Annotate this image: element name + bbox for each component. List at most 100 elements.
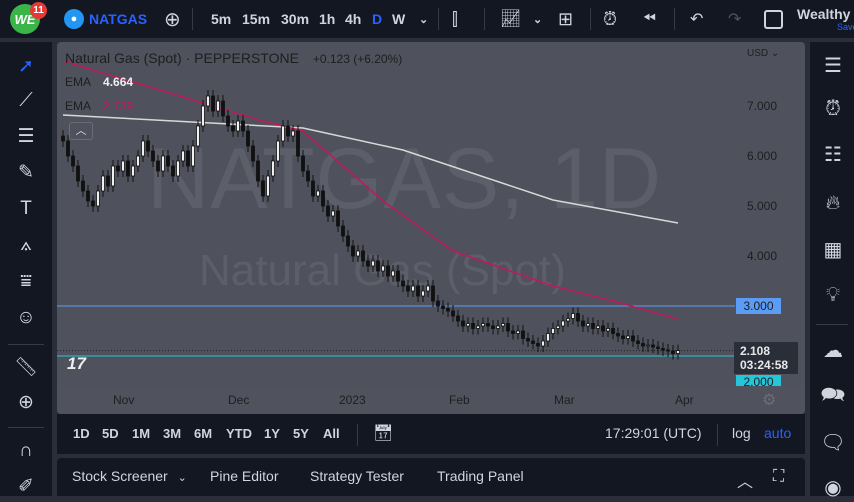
candle-body — [671, 350, 675, 354]
minds-cloud-icon[interactable]: ☁ — [818, 335, 848, 365]
chart-pane[interactable]: NATGAS, 1D Natural Gas (Spot) Natural Ga… — [57, 42, 805, 414]
redo-icon[interactable]: ↷ — [728, 0, 741, 38]
range-6m[interactable]: 6M — [194, 426, 212, 441]
clock-time[interactable]: 17:29:01 (UTC) — [605, 425, 701, 441]
calendar-icon[interactable]: ▦ — [818, 234, 848, 264]
chats-icon[interactable]: 🗪 — [818, 382, 848, 412]
candle-body — [391, 270, 395, 277]
range-1d[interactable]: 1D — [73, 426, 90, 441]
range-all[interactable]: All — [323, 426, 340, 441]
auto-scale-toggle[interactable]: auto — [764, 425, 791, 441]
interval-1h[interactable]: 1h — [319, 0, 335, 38]
candle-body — [616, 333, 620, 337]
settings-gear-icon[interactable]: ⚙ — [762, 390, 776, 410]
chevron-down-icon[interactable]: ⌄ — [419, 0, 428, 38]
tab-strategy-tester[interactable]: Strategy Tester — [310, 468, 404, 484]
candle-body — [306, 170, 310, 182]
candle-body — [451, 310, 455, 317]
symbol-search-button[interactable]: ● NATGAS — [64, 0, 147, 38]
candle-body — [591, 323, 595, 329]
candle-body — [151, 150, 155, 162]
interval-4h[interactable]: 4h — [345, 0, 361, 38]
watchlist-icon[interactable]: ☰ — [818, 50, 848, 80]
hotlist-flame-icon[interactable]: 🔥︎ — [818, 188, 848, 218]
brush-icon[interactable]: ✎ — [12, 158, 40, 186]
collapse-legend-chevron-icon[interactable]: ︿ — [69, 122, 93, 140]
candle-body — [431, 285, 435, 302]
chart-legend: Natural Gas (Spot) · PEPPERSTONE +0.123 … — [65, 50, 402, 66]
emoji-icon[interactable]: ☺ — [12, 304, 40, 332]
chevron-down-icon[interactable]: ⌄ — [533, 0, 542, 38]
candle-body — [621, 335, 625, 339]
ema-legend-2[interactable]: EMA 2.739 — [65, 99, 133, 113]
candle-body — [186, 150, 190, 167]
magnet-icon[interactable]: ∩ — [12, 437, 40, 465]
layout-grid-icon[interactable]: ⊞ — [558, 0, 573, 38]
candle-body — [191, 145, 195, 167]
messages-icon[interactable]: 🗨 — [818, 427, 848, 457]
tradingview-logo: 17 — [67, 354, 86, 373]
text-icon[interactable]: T — [12, 195, 40, 223]
interval-w[interactable]: W — [392, 0, 405, 38]
app-logo[interactable]: WE 11 — [10, 0, 47, 38]
range-ytd[interactable]: YTD — [226, 426, 252, 441]
range-1y[interactable]: 1Y — [264, 426, 280, 441]
symbol-title: Natural Gas (Spot) · PEPPERSTONE — [65, 50, 299, 66]
ema-value: 4.664 — [103, 75, 134, 89]
range-5d[interactable]: 5D — [102, 426, 119, 441]
chevron-up-icon[interactable]: ︿ — [737, 468, 753, 492]
data-window-icon[interactable]: ☷ — [818, 139, 848, 169]
candle-body — [606, 328, 610, 332]
last-price: 2.108 — [740, 344, 771, 358]
layout-name-button[interactable]: Wealthy Save — [797, 0, 854, 38]
candle-body — [281, 125, 285, 142]
candle-body — [131, 165, 135, 177]
candles-icon[interactable]: ⫿ — [452, 0, 458, 38]
indicators-icon[interactable]: 📈︎ — [500, 0, 522, 38]
price-plot[interactable] — [57, 42, 805, 414]
fib-lines-icon[interactable]: ☰ — [12, 122, 40, 150]
hline-price-label: 3.000 — [736, 298, 781, 314]
tab-pine-editor[interactable]: Pine Editor — [210, 468, 278, 484]
interval-30m[interactable]: 30m — [281, 0, 309, 38]
log-scale-toggle[interactable]: log — [732, 425, 751, 441]
replay-icon[interactable]: ⏪︎ — [643, 0, 656, 38]
interval-15m[interactable]: 15m — [242, 0, 270, 38]
ruler-icon[interactable]: 📏︎ — [12, 353, 40, 381]
goto-date-icon[interactable]: 📅︎ — [373, 423, 393, 443]
prediction-icon[interactable]: ⩸ — [12, 268, 40, 296]
ideas-lightbulb-icon[interactable]: 💡︎ — [818, 280, 848, 310]
currency-selector[interactable]: USD ⌄ — [747, 48, 779, 59]
candle-body — [611, 328, 615, 334]
streams-icon[interactable]: ◉ — [818, 472, 848, 502]
ema-legend-1[interactable]: EMA 4.664 — [65, 75, 133, 89]
range-3m[interactable]: 3M — [163, 426, 181, 441]
price-tick: 5.000 — [747, 199, 778, 213]
maximize-icon[interactable]: ⛶ — [773, 468, 784, 486]
candle-body — [586, 323, 590, 327]
trend-line-icon[interactable]: ⟋ — [12, 87, 40, 115]
price-change: +0.123 (+6.20%) — [312, 52, 403, 66]
candle-body — [321, 190, 325, 207]
range-1m[interactable]: 1M — [132, 426, 150, 441]
tab-stock-screener[interactable]: Stock Screener ⌄ — [72, 468, 187, 484]
alarm-clock-icon[interactable]: ⏰︎ — [818, 94, 848, 124]
compare-add-icon[interactable]: ⊕ — [164, 0, 181, 38]
cursor-icon[interactable]: ➚ — [12, 52, 40, 80]
interval-d[interactable]: D — [372, 0, 382, 38]
candle-body — [556, 325, 560, 329]
candle-body — [141, 140, 145, 157]
candle-body — [386, 265, 390, 277]
zoom-in-icon[interactable]: ⊕ — [12, 388, 40, 416]
range-5y[interactable]: 5Y — [293, 426, 309, 441]
tab-trading-panel[interactable]: Trading Panel — [437, 468, 524, 484]
candle-body — [66, 140, 70, 157]
ema-fast-line — [62, 60, 679, 320]
interval-5m[interactable]: 5m — [211, 0, 231, 38]
pattern-icon[interactable]: ⟑ — [12, 231, 40, 259]
undo-icon[interactable]: ↶ — [690, 0, 703, 38]
alarm-add-icon[interactable]: ⏰︎ — [603, 0, 617, 38]
candle-body — [626, 335, 630, 339]
candle-body — [126, 160, 130, 177]
fullscreen-icon[interactable] — [764, 0, 783, 38]
